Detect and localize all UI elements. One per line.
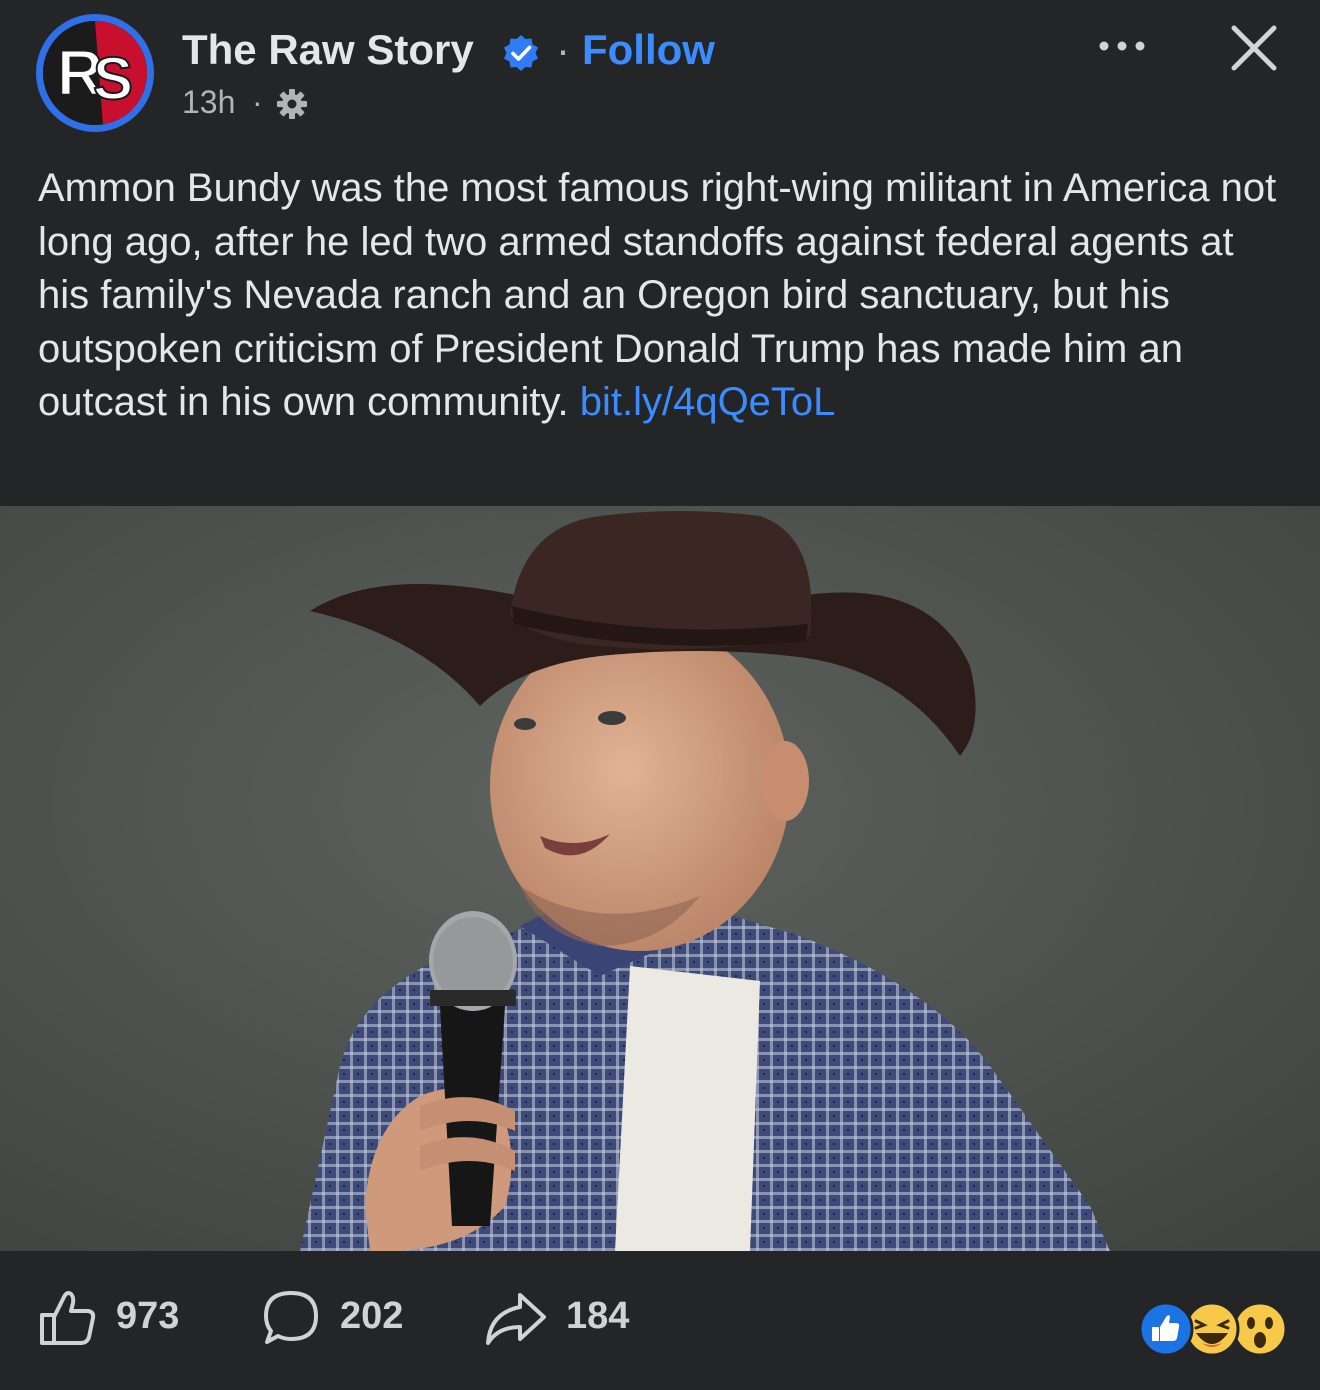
post-timestamp[interactable]: 13h <box>182 84 235 121</box>
thumbs-up-icon <box>40 1291 96 1345</box>
like-count: 973 <box>116 1295 180 1337</box>
post-link[interactable]: bit.ly/4qQeToL <box>580 380 836 424</box>
timestamp-separator: · <box>252 84 263 120</box>
page-avatar[interactable]: R S <box>36 14 154 132</box>
verified-badge-icon <box>504 35 538 71</box>
like-reaction-icon <box>1138 1301 1194 1357</box>
reaction-summary[interactable] <box>1138 1301 1288 1357</box>
close-icon[interactable] <box>1226 20 1282 76</box>
post-footer: 973 202 184 <box>0 1251 1320 1390</box>
share-button[interactable]: 184 <box>484 1287 654 1347</box>
more-dots-icon[interactable] <box>1094 26 1150 66</box>
share-arrow-icon <box>486 1293 546 1345</box>
photo-illustration <box>0 506 1320 1251</box>
name-separator: · <box>556 26 570 73</box>
follow-button[interactable]: Follow <box>582 26 715 74</box>
post-photo[interactable] <box>0 506 1320 1251</box>
wow-reaction-icon <box>1232 1301 1288 1357</box>
post-header: R S The Raw Story · Follow 13h · <box>0 0 1320 150</box>
comment-bubble-icon <box>264 1291 318 1344</box>
share-count: 184 <box>566 1295 630 1337</box>
raw-story-logo: R S <box>43 21 147 125</box>
comment-count: 202 <box>340 1295 404 1337</box>
like-button[interactable]: 973 <box>36 1287 196 1347</box>
svg-text:S: S <box>93 45 133 112</box>
comment-button[interactable]: 202 <box>260 1287 430 1347</box>
post-message: Ammon Bundy was the most famous right-wi… <box>38 162 1288 430</box>
gear-icon[interactable] <box>276 88 308 120</box>
page-name[interactable]: The Raw Story <box>182 26 474 74</box>
